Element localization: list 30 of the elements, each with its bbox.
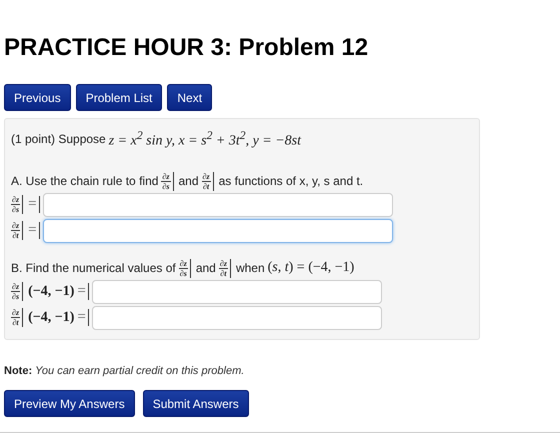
instruction-text: A. Use the chain rule to find <box>11 174 158 188</box>
nav-button[interactable]: Next <box>167 84 212 111</box>
problem-statement: (1 point) Suppose <box>11 132 106 146</box>
instruction-text: and <box>178 174 199 188</box>
derivative-fraction: ∂z ∂t <box>218 258 231 278</box>
submit-button[interactable]: Submit Answers <box>142 390 249 417</box>
equals-sign: = <box>77 283 89 300</box>
instruction-text: and <box>196 261 216 276</box>
note-text: Note: You can earn partial credit on this problem. <box>4 365 246 377</box>
page-title: PRACTICE HOUR 3: Problem 12 <box>4 34 370 62</box>
derivative-fraction: ∂z ∂s <box>11 195 24 214</box>
derivative-fraction: ∂z ∂s <box>178 258 191 278</box>
derivative-fraction: ∂z ∂s <box>11 282 24 302</box>
point-text: (−4, −1) <box>28 310 74 326</box>
derivative-fraction: ∂z ∂s <box>161 172 174 191</box>
instruction-text: as functions of x, y, s and t. <box>218 174 364 188</box>
derivative-fraction: ∂z ∂t <box>11 221 24 240</box>
nav-button[interactable]: Previous <box>4 84 71 111</box>
equals-sign: = <box>28 196 40 214</box>
math-expression: (s, t) = (−4, −1) <box>268 260 354 276</box>
point-text: (−4, −1) <box>28 284 74 300</box>
equals-sign: = <box>77 309 89 326</box>
derivative-fraction: ∂z ∂t <box>11 308 24 328</box>
submit-button[interactable]: Preview My Answers <box>4 390 135 417</box>
instruction-text: when <box>236 261 265 276</box>
nav-button[interactable]: Problem List <box>76 84 162 111</box>
math-expression: z = x$^{2}$ sin y, x = s$^{2}$ + 3t$^{2}$, y = −8st <box>108 129 302 150</box>
instruction-text: B. Find the numerical values of <box>11 261 176 276</box>
equals-sign: = <box>28 222 40 240</box>
derivative-fraction: ∂z ∂t <box>202 172 214 191</box>
